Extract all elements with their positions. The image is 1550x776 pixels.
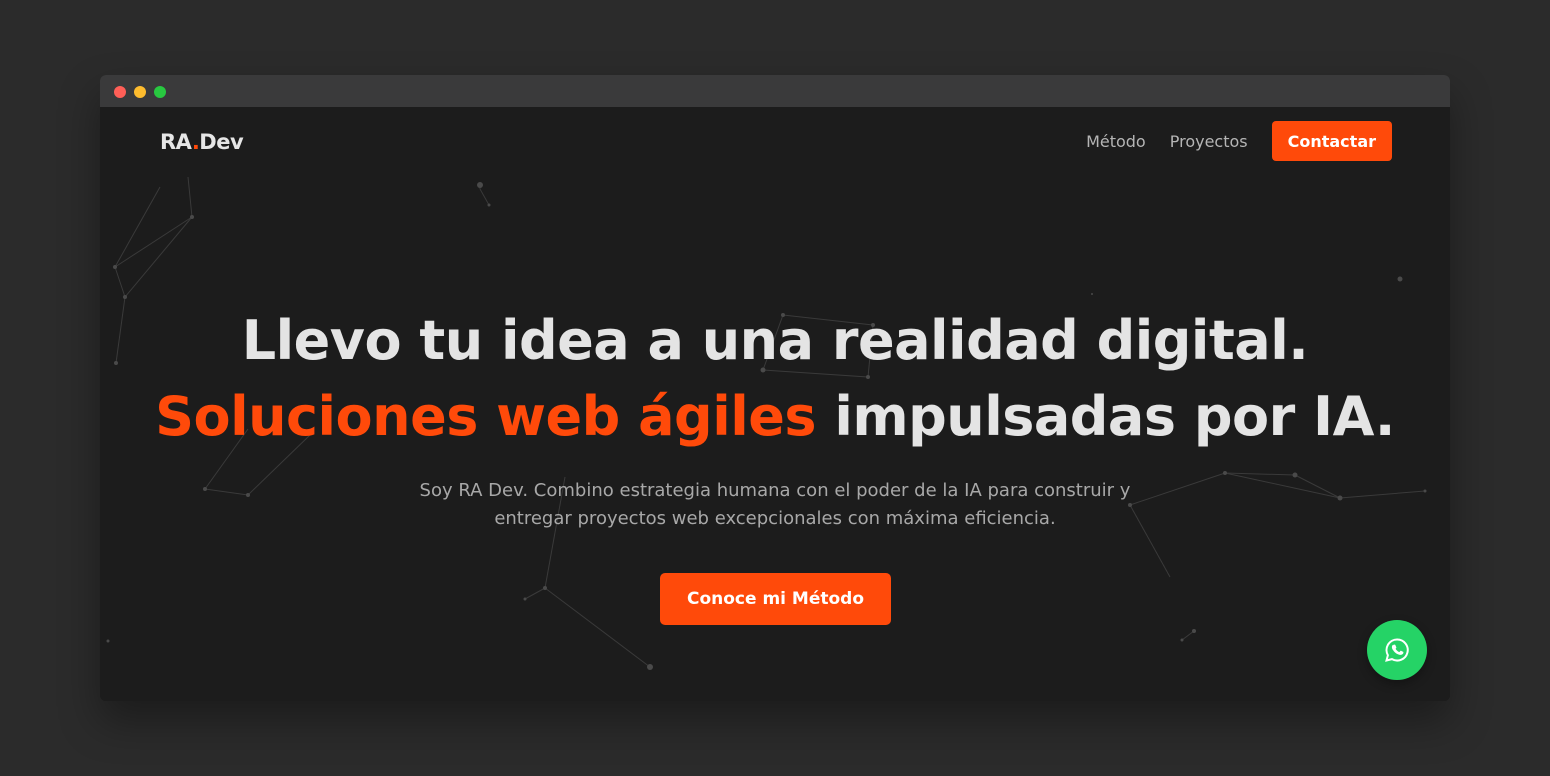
hero-subtitle: Soy RA Dev. Combino estrategia humana co… — [100, 477, 1450, 533]
nav-link-proyectos[interactable]: Proyectos — [1170, 132, 1248, 151]
headline-line-2: Soluciones web ágiles impulsadas por IA. — [100, 379, 1450, 455]
whatsapp-icon — [1385, 638, 1409, 662]
window-titlebar — [100, 75, 1450, 107]
page-viewport: RA.Dev Método Proyectos Contactar Llevo … — [100, 107, 1450, 701]
window-minimize-button[interactable] — [134, 86, 146, 98]
main-nav: Método Proyectos Contactar — [1086, 121, 1392, 161]
nav-link-metodo[interactable]: Método — [1086, 132, 1146, 151]
hero-headline: Llevo tu idea a una realidad digital. So… — [100, 303, 1450, 455]
site-logo[interactable]: RA.Dev — [160, 130, 244, 154]
headline-rest: impulsadas por IA. — [834, 385, 1395, 448]
subtitle-line-1: Soy RA Dev. Combino estrategia humana co… — [419, 480, 1131, 501]
cta-button[interactable]: Conoce mi Método — [660, 573, 891, 625]
contact-button[interactable]: Contactar — [1271, 121, 1392, 161]
logo-prefix: RA — [160, 130, 192, 154]
window-close-button[interactable] — [114, 86, 126, 98]
browser-window: RA.Dev Método Proyectos Contactar Llevo … — [100, 75, 1450, 701]
logo-suffix: Dev — [199, 130, 244, 154]
headline-accent: Soluciones web ágiles — [155, 385, 816, 448]
subtitle-line-2: entregar proyectos web excepcionales con… — [494, 508, 1056, 529]
whatsapp-button[interactable] — [1367, 620, 1427, 680]
window-maximize-button[interactable] — [154, 86, 166, 98]
headline-line-1: Llevo tu idea a una realidad digital. — [241, 309, 1309, 372]
